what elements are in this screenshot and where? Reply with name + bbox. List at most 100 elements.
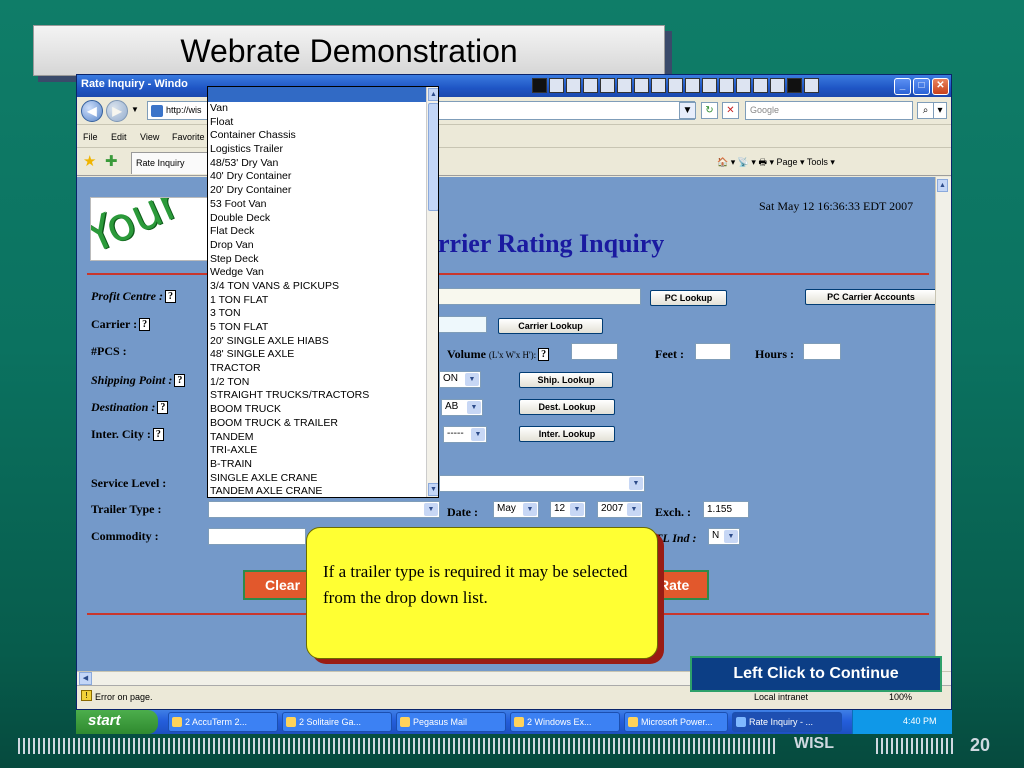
address-bar[interactable]: http://wis	[147, 101, 209, 120]
add-favorite-icon[interactable]: ✚	[105, 152, 118, 170]
dropdown-scrollbar[interactable]: ▲ ▼	[426, 87, 438, 497]
trailer-option[interactable]: 3 TON	[210, 307, 426, 321]
help-icon[interactable]: ?	[152, 428, 164, 441]
task-powerpoint[interactable]: Microsoft Power...	[624, 712, 728, 732]
dropdown-scroll-thumb[interactable]	[428, 103, 438, 211]
trailer-option[interactable]: 48' SINGLE AXLE	[210, 348, 426, 362]
trailer-option[interactable]: Wedge Van	[210, 266, 426, 280]
trailer-option[interactable]: Step Deck	[210, 253, 426, 267]
clock[interactable]: 4:40 PM	[903, 716, 937, 726]
trailer-option[interactable]: Double Deck	[210, 212, 426, 226]
back-icon[interactable]: ◀	[81, 100, 103, 122]
trailer-option[interactable]: Container Chassis	[210, 129, 426, 143]
commodity-input[interactable]	[208, 528, 306, 545]
trailer-type-select[interactable]	[208, 501, 440, 518]
trailer-option[interactable]: 1/2 TON	[210, 376, 426, 390]
inter-lookup-button[interactable]: Inter. Lookup	[519, 426, 615, 442]
month-select[interactable]: May	[493, 501, 539, 518]
menu-file[interactable]: File	[83, 132, 98, 142]
search-options-icon[interactable]: ▾	[933, 102, 947, 119]
dest-lookup-button[interactable]: Dest. Lookup	[519, 399, 615, 415]
zoom-level[interactable]: 100%	[889, 692, 912, 702]
menu-view[interactable]: View	[140, 132, 159, 142]
year-select[interactable]: 2007	[597, 501, 643, 518]
warning-icon[interactable]: !	[81, 690, 92, 701]
trailer-option[interactable]: Logistics Trailer	[210, 143, 426, 157]
exch-input[interactable]: 1.155	[703, 501, 749, 518]
task-pegasus-mail[interactable]: Pegasus Mail	[396, 712, 506, 732]
trailer-option[interactable]: TANDEM AXLE CRANE	[210, 485, 426, 497]
carrier-input[interactable]	[437, 316, 487, 333]
trailer-option[interactable]: B-TRAIN	[210, 458, 426, 472]
task-solitaire[interactable]: 2 Solitaire Ga...	[282, 712, 392, 732]
ship-province-select[interactable]: ON	[439, 371, 481, 388]
trailer-option[interactable]: 5 TON FLAT	[210, 321, 426, 335]
command-bar[interactable]: 🏠 ▾ 📡 ▾ 🖶 ▾ Page ▾ Tools ▾	[717, 155, 835, 171]
history-dropdown-icon[interactable]: ▼	[131, 105, 139, 114]
volume-input[interactable]	[571, 343, 618, 360]
trailer-option[interactable]: BOOM TRUCK	[210, 403, 426, 417]
clear-button[interactable]: Clear	[243, 570, 313, 600]
help-icon[interactable]: ?	[139, 318, 151, 331]
day-select[interactable]: 12	[550, 501, 586, 518]
ship-lookup-button[interactable]: Ship. Lookup	[519, 372, 613, 388]
trailer-option[interactable]: 3/4 TON VANS & PICKUPS	[210, 280, 426, 294]
favorites-star-icon[interactable]: ★	[83, 152, 96, 170]
menu-favorites[interactable]: Favorite	[172, 132, 205, 142]
scroll-left-icon[interactable]: ◀	[79, 672, 92, 685]
minimize-icon[interactable]: _	[894, 78, 911, 95]
help-icon[interactable]: ?	[165, 290, 176, 303]
dest-province-select[interactable]: AB	[441, 399, 483, 416]
service-level-select[interactable]	[439, 475, 645, 492]
pc-lookup-button[interactable]: PC Lookup	[650, 290, 727, 306]
inter-province-select[interactable]: -----	[443, 426, 487, 443]
stop-icon[interactable]: ✕	[722, 102, 739, 119]
continue-button[interactable]: Left Click to Continue	[690, 656, 942, 692]
address-bar-continuation[interactable]	[437, 101, 695, 120]
tl-ind-select[interactable]: N	[708, 528, 740, 545]
trailer-option[interactable]: TANDEM	[210, 431, 426, 445]
tab-rate-inquiry[interactable]: Rate Inquiry	[131, 152, 209, 174]
maximize-icon[interactable]: □	[913, 78, 930, 95]
trailer-option[interactable]: Float	[210, 116, 426, 130]
task-rate-inquiry[interactable]: Rate Inquiry - ...	[732, 712, 842, 732]
hours-input[interactable]	[803, 343, 841, 360]
trailer-option[interactable]: 1 TON FLAT	[210, 294, 426, 308]
trailer-option[interactable]: Flat Deck	[210, 225, 426, 239]
trailer-option[interactable]: 48/53' Dry Van	[210, 157, 426, 171]
profit-centre-input[interactable]	[437, 288, 641, 305]
dropdown-selected-row[interactable]	[208, 87, 426, 102]
scroll-up-icon[interactable]: ▲	[937, 179, 948, 192]
trailer-option[interactable]: STRAIGHT TRUCKS/TRACTORS	[210, 389, 426, 403]
menu-edit[interactable]: Edit	[111, 132, 127, 142]
trailer-option[interactable]: TRACTOR	[210, 362, 426, 376]
dropdown-scroll-up-icon[interactable]: ▲	[428, 88, 438, 101]
search-input[interactable]: Google	[745, 101, 913, 120]
help-icon[interactable]: ?	[538, 348, 550, 361]
address-dropdown-icon[interactable]: ▼	[679, 102, 696, 119]
vertical-scrollbar[interactable]: ▲	[935, 177, 951, 671]
trailer-option[interactable]: TRI-AXLE	[210, 444, 426, 458]
trailer-option[interactable]: Van	[210, 102, 426, 116]
trailer-option[interactable]: SINGLE AXLE CRANE	[210, 472, 426, 486]
trailer-option[interactable]: 20' Dry Container	[210, 184, 426, 198]
trailer-option[interactable]: 20' SINGLE AXLE HIABS	[210, 335, 426, 349]
carrier-lookup-button[interactable]: Carrier Lookup	[498, 318, 603, 334]
close-icon[interactable]: ✕	[932, 78, 949, 95]
trailer-option[interactable]: BOOM TRUCK & TRAILER	[210, 417, 426, 431]
trailer-option[interactable]: Drop Van	[210, 239, 426, 253]
refresh-icon[interactable]: ↻	[701, 102, 718, 119]
forward-icon[interactable]: ▶	[106, 100, 128, 122]
pc-carrier-accounts-button[interactable]: PC Carrier Accounts	[805, 289, 935, 305]
help-icon[interactable]: ?	[174, 374, 186, 387]
feet-input[interactable]	[695, 343, 731, 360]
trailer-option[interactable]: 53 Foot Van	[210, 198, 426, 212]
search-icon[interactable]: ⌕	[917, 102, 934, 119]
start-button[interactable]: start	[76, 710, 158, 734]
help-icon[interactable]: ?	[157, 401, 169, 414]
trailer-type-dropdown-list[interactable]: Van Float Container Chassis Logistics Trail…	[207, 86, 439, 498]
trailer-option[interactable]: 40' Dry Container	[210, 170, 426, 184]
dropdown-scroll-down-icon[interactable]: ▼	[428, 483, 438, 496]
task-windows-explorer[interactable]: 2 Windows Ex...	[510, 712, 620, 732]
task-accuterm[interactable]: 2 AccuTerm 2...	[168, 712, 278, 732]
